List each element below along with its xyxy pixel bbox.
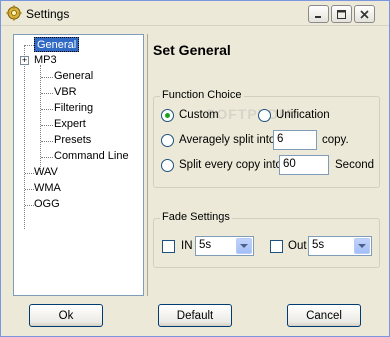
- split-every-label[interactable]: Split every copy into: [179, 159, 282, 171]
- tree-line: [41, 77, 53, 78]
- tree-item-mp3-expert[interactable]: Expert: [54, 117, 86, 132]
- settings-window: Settings + General MP3 General VBR Filte…: [0, 0, 390, 337]
- minimize-icon: [315, 15, 321, 18]
- window-title: Settings: [26, 7, 70, 21]
- split-every-input[interactable]: 60: [279, 155, 329, 175]
- fade-out-dropdown-button[interactable]: [354, 238, 370, 254]
- averagely-split-label[interactable]: Averagely split into: [179, 134, 275, 146]
- minimize-button[interactable]: [308, 5, 329, 23]
- tree-line: [41, 109, 53, 110]
- fade-out-value: 5s: [312, 239, 325, 251]
- custom-label[interactable]: Custom: [179, 109, 219, 121]
- tree-line: [24, 45, 25, 229]
- chevron-down-icon: [240, 244, 248, 248]
- tree-item-mp3-command-line[interactable]: Command Line: [54, 149, 129, 164]
- expand-icon[interactable]: +: [20, 56, 29, 65]
- tree-item-wma[interactable]: WMA: [34, 181, 61, 196]
- fade-in-checkbox[interactable]: [162, 240, 175, 253]
- split-every-radio[interactable]: [161, 159, 174, 172]
- dialog-client: + General MP3 General VBR Filtering Expe…: [5, 29, 387, 332]
- fade-settings-legend: Fade Settings: [160, 211, 232, 223]
- custom-radio[interactable]: [161, 109, 174, 122]
- fade-in-value: 5s: [199, 239, 212, 251]
- tree-item-wav[interactable]: WAV: [34, 165, 58, 180]
- tree-line: [40, 65, 41, 171]
- tree-line: [25, 173, 34, 174]
- tree-item-mp3-general[interactable]: General: [54, 69, 93, 84]
- averagely-split-radio[interactable]: [161, 134, 174, 147]
- tree-line: [41, 157, 53, 158]
- tree-item-ogg[interactable]: OGG: [34, 197, 60, 212]
- tree-line: [25, 205, 34, 206]
- tree-line: [41, 125, 53, 126]
- unification-label[interactable]: Unification: [276, 109, 330, 121]
- function-choice-group: Function Choice Custom Unification Avera…: [153, 89, 380, 188]
- title-bar[interactable]: Settings: [1, 1, 389, 26]
- chevron-down-icon: [358, 244, 366, 248]
- fade-in-dropdown-button[interactable]: [236, 238, 252, 254]
- tree-item-mp3[interactable]: MP3: [34, 53, 57, 68]
- close-button[interactable]: [354, 5, 375, 23]
- tree-line: [41, 93, 53, 94]
- fade-out-select[interactable]: 5s: [308, 236, 372, 256]
- tree-item-general[interactable]: General: [34, 37, 80, 52]
- default-button[interactable]: Default: [158, 304, 232, 327]
- tree-item-mp3-presets[interactable]: Presets: [54, 133, 91, 148]
- unification-radio[interactable]: [258, 109, 271, 122]
- fade-settings-group: Fade Settings IN 5s Out 5s: [153, 211, 380, 268]
- function-choice-legend: Function Choice: [160, 89, 244, 101]
- app-icon: [6, 5, 22, 21]
- tree-line: [41, 141, 53, 142]
- panel-title: Set General: [153, 42, 231, 58]
- tree-line: [25, 189, 34, 190]
- tree-item-mp3-vbr[interactable]: VBR: [54, 85, 77, 100]
- maximize-icon: [337, 9, 346, 19]
- fade-out-label[interactable]: Out: [288, 240, 307, 252]
- cancel-button[interactable]: Cancel: [287, 304, 361, 327]
- fade-in-label[interactable]: IN: [181, 240, 193, 252]
- settings-tree[interactable]: + General MP3 General VBR Filtering Expe…: [13, 34, 144, 296]
- maximize-button[interactable]: [331, 5, 352, 23]
- averagely-split-input[interactable]: 6: [273, 130, 317, 150]
- ok-button[interactable]: Ok: [29, 304, 103, 327]
- settings-panel: Set General SOFTPEDIA Function Choice Cu…: [147, 34, 383, 296]
- fade-out-checkbox[interactable]: [270, 240, 283, 253]
- averagely-split-unit: copy.: [322, 134, 349, 146]
- close-icon: [360, 9, 369, 19]
- split-every-unit: Second: [335, 159, 375, 171]
- tree-line: [25, 45, 34, 46]
- tree-item-mp3-filtering[interactable]: Filtering: [54, 101, 93, 116]
- fade-in-select[interactable]: 5s: [195, 236, 254, 256]
